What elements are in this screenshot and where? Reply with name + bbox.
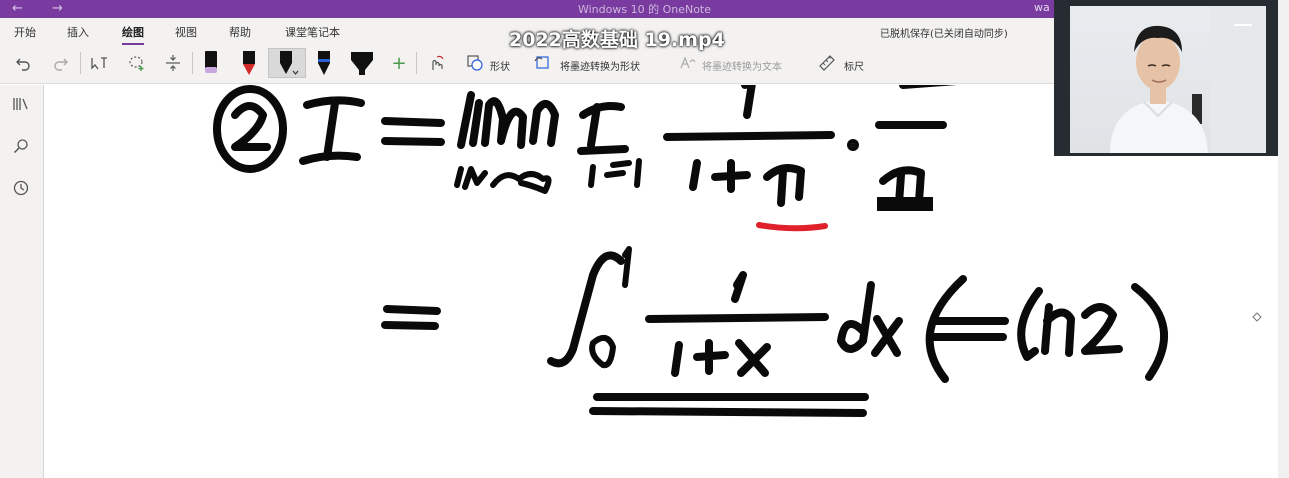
webcam-feed — [1070, 6, 1266, 153]
minimize-icon[interactable] — [1234, 24, 1252, 26]
shapes-label[interactable]: 形状 — [490, 58, 510, 73]
ink-red-underline — [756, 222, 828, 232]
search-icon[interactable] — [10, 135, 32, 157]
user-name[interactable]: wa — [1034, 1, 1050, 14]
recent-clock-icon[interactable] — [10, 177, 32, 199]
pen-blue-icon[interactable] — [313, 48, 335, 78]
ruler-button[interactable] — [816, 48, 838, 78]
save-status: 已脱机保存(已关闭自动同步) — [880, 29, 1008, 40]
pen-black-icon — [280, 51, 299, 75]
ink-underline-2 — [589, 407, 867, 417]
ruler-label[interactable]: 标尺 — [844, 58, 864, 73]
ink-ln — [1017, 287, 1075, 361]
ink-letter-I — [299, 96, 365, 165]
separator — [192, 52, 193, 74]
ink-dot — [847, 139, 859, 151]
ink-int-frac-bar — [645, 313, 829, 323]
ink-lim-sub — [454, 166, 552, 194]
pen-black-selected-button[interactable] — [268, 48, 306, 78]
ink-equals-2a — [383, 305, 441, 315]
redo-button[interactable] — [48, 48, 74, 78]
ink-paren-close — [1131, 283, 1168, 381]
touch-draw-button[interactable] — [424, 48, 450, 78]
presenter-figure — [1110, 6, 1266, 153]
ink-int-upper — [622, 246, 632, 288]
add-space-button[interactable] — [160, 48, 186, 78]
ink-to-shape-icon — [534, 56, 549, 69]
right-scroll-edge[interactable] — [1278, 0, 1289, 478]
video-title-overlay: 2022高数基础 19.mp4 — [509, 29, 725, 51]
tab-class-notebook[interactable]: 课堂笔记本 — [285, 24, 340, 40]
ink-frac-den — [689, 159, 751, 193]
shapes-icon — [467, 55, 483, 71]
ink-digit-2 — [231, 102, 271, 151]
ink-sigma-sub — [588, 158, 642, 188]
canvas-move-handle — [1252, 312, 1262, 322]
ink-to-text-button — [676, 48, 698, 78]
add-pen-button[interactable]: + — [388, 48, 410, 78]
ink-int-lower — [589, 334, 616, 369]
ink-digit-2b — [1081, 303, 1123, 355]
notebooks-icon[interactable] — [10, 93, 32, 115]
undo-icon — [16, 58, 30, 71]
webcam-overlay — [1054, 0, 1278, 156]
ink-to-text-icon — [680, 56, 696, 69]
type-select-icon — [91, 57, 107, 70]
ink-equals-1a — [381, 117, 445, 127]
ink-lim — [457, 91, 559, 149]
ink-equals-1b — [381, 137, 445, 146]
redo-icon — [54, 58, 68, 71]
navigation-sidebar — [0, 85, 44, 478]
tab-insert[interactable]: 插入 — [67, 24, 89, 40]
separator — [80, 52, 81, 74]
undo-button[interactable] — [10, 48, 36, 78]
ink-frac-bar-1 — [663, 131, 835, 141]
type-select-button[interactable] — [86, 48, 112, 78]
ink-circle — [213, 85, 287, 173]
touch-draw-icon — [432, 55, 444, 70]
tab-home[interactable]: 开始 — [14, 24, 36, 40]
ink-dx — [837, 281, 903, 357]
tab-view[interactable]: 视图 — [175, 24, 197, 40]
pen-red-icon[interactable] — [238, 48, 260, 78]
tab-draw[interactable]: 绘图 — [122, 24, 144, 45]
add-space-icon — [166, 55, 180, 71]
ink-to-shape-button[interactable] — [532, 48, 554, 78]
ink-int-num — [731, 271, 747, 303]
ink-frac-den-i — [763, 164, 805, 207]
highlighter-black-icon[interactable] — [348, 48, 376, 78]
lasso-select-button[interactable] — [124, 48, 150, 78]
plus-icon: + — [391, 52, 407, 74]
ruler-icon — [819, 55, 835, 71]
ink-paren-open — [925, 275, 967, 383]
shapes-button[interactable] — [464, 48, 486, 78]
ink-frac-num-1 — [741, 85, 756, 119]
ink-sigma — [577, 102, 629, 155]
tab-help[interactable]: 帮助 — [229, 24, 251, 40]
ink-to-shape-label[interactable]: 将墨迹转换为形状 — [560, 58, 640, 73]
ink-to-text-label: 将墨迹转换为文本 — [702, 62, 782, 73]
pen-purple-icon[interactable] — [200, 48, 222, 78]
ink-int-den — [671, 339, 771, 377]
lasso-icon — [129, 56, 144, 71]
ink-equals-2b — [381, 321, 439, 330]
separator — [416, 52, 417, 74]
ink-black-block — [877, 197, 933, 211]
